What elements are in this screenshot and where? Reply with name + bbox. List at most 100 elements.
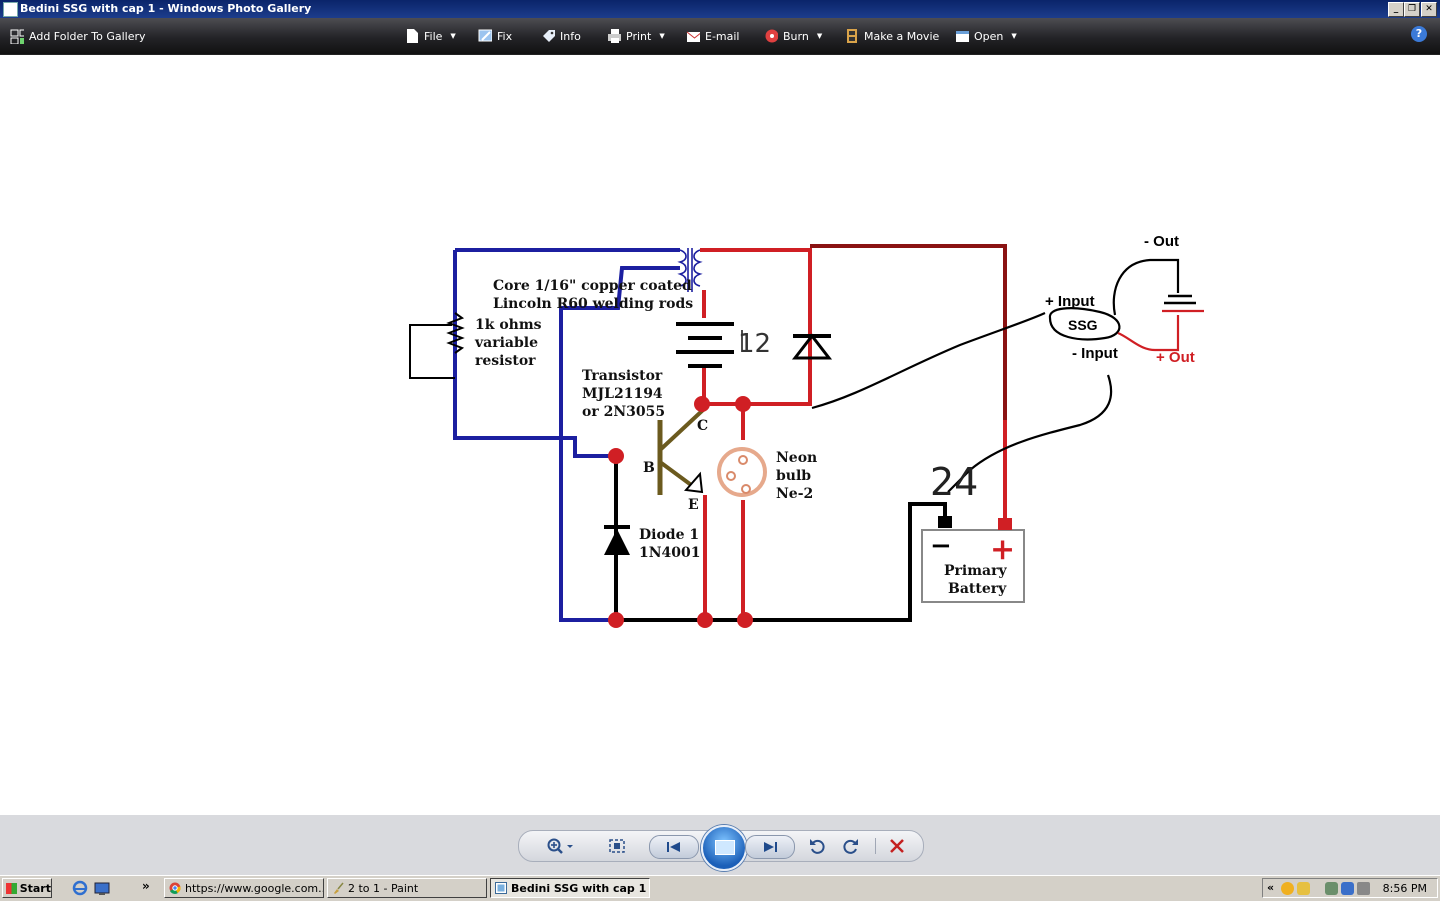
photo-gallery-icon: [3, 2, 18, 17]
transistor-label-2: MJL21194: [582, 386, 663, 402]
capacitor-symbol: [1164, 294, 1196, 305]
rotate-counterclockwise-icon: [810, 839, 825, 854]
transistor-label-3: or 2N3055: [582, 404, 665, 420]
taskbar: Start » https://www.google.com... 2 to 1…: [0, 875, 1440, 901]
resistor-label-1: 1k ohms: [475, 317, 542, 333]
fix-button[interactable]: Fix: [478, 18, 512, 54]
help-icon[interactable]: ?: [1411, 26, 1427, 42]
diode-label-1: Diode 1: [639, 527, 699, 543]
print-menu[interactable]: Print ▼: [607, 18, 665, 54]
task-paint[interactable]: 2 to 1 - Paint: [327, 878, 487, 898]
printer-icon: [608, 29, 621, 43]
tray-app-icon[interactable]: [1281, 882, 1294, 895]
windows-flag-icon: [6, 882, 17, 894]
tray-volume-icon[interactable]: [1357, 882, 1370, 895]
chrome-icon: [169, 882, 181, 894]
burn-label: Burn: [783, 29, 809, 43]
window-title: Bedini SSG with cap 1 - Windows Photo Ga…: [20, 2, 312, 15]
input-minus-label: - Input: [1072, 345, 1118, 362]
fix-label: Fix: [497, 29, 513, 43]
info-label: Info: [560, 29, 581, 43]
chevron-down-icon: ▼: [816, 32, 823, 40]
hand-label-12: 12: [738, 329, 771, 359]
start-button[interactable]: Start: [2, 878, 52, 898]
play-slideshow-button[interactable]: [701, 825, 747, 871]
close-button[interactable]: ✕: [1421, 2, 1437, 17]
email-icon: [686, 31, 700, 42]
burn-menu[interactable]: Burn ▼: [764, 18, 822, 54]
add-folder-label: Add Folder To Gallery: [29, 29, 146, 43]
zoom-button[interactable]: [541, 831, 581, 861]
ssg-label: SSG: [1068, 317, 1098, 333]
tray-security-icon[interactable]: [1297, 882, 1310, 895]
neon-label-3: Ne-2: [776, 486, 813, 502]
slideshow-icon: [715, 840, 735, 855]
minimize-button[interactable]: _: [1388, 2, 1404, 17]
resistor-label-3: resistor: [475, 353, 536, 369]
task-chrome[interactable]: https://www.google.com...: [164, 878, 324, 898]
task-photo-gallery[interactable]: Bedini SSG with cap 1 ...: [490, 878, 650, 898]
rotate-right-button[interactable]: [839, 831, 863, 861]
photo-gallery-icon: [495, 882, 507, 894]
tray-printer-icon[interactable]: [1325, 882, 1338, 895]
rotate-left-button[interactable]: [805, 831, 829, 861]
delete-x-icon: [890, 839, 904, 853]
playback-control-bar: [0, 815, 1440, 875]
clock[interactable]: 8:56 PM: [1383, 882, 1427, 895]
core-label-2: Lincoln R60 welding rods: [493, 296, 693, 312]
add-folder-icon: [10, 29, 24, 44]
make-movie-label: Make a Movie: [864, 29, 940, 43]
next-icon: [764, 842, 777, 852]
neon-label-2: bulb: [776, 468, 811, 484]
internet-explorer-icon[interactable]: [72, 880, 88, 896]
task-photo-gallery-label: Bedini SSG with cap 1 ...: [511, 881, 650, 895]
quick-launch-chevron-icon[interactable]: »: [142, 879, 150, 893]
previous-button[interactable]: [649, 835, 699, 859]
actual-size-button[interactable]: [603, 831, 631, 861]
start-label: Start: [19, 881, 51, 895]
email-label: E-mail: [705, 29, 740, 43]
restore-button[interactable]: ❐: [1404, 2, 1420, 17]
input-plus-label: + Input: [1045, 293, 1095, 310]
open-window-icon: [956, 31, 969, 42]
email-button[interactable]: E-mail: [686, 18, 740, 54]
chevron-down-icon: ▼: [1011, 32, 1017, 40]
file-label: File: [424, 29, 443, 43]
delete-button[interactable]: [885, 831, 909, 861]
out-plus-label: + Out: [1156, 349, 1195, 366]
out-minus-label: - Out: [1144, 233, 1179, 250]
zoom-magnifier-icon: [547, 838, 573, 854]
control-pill: [518, 825, 924, 871]
film-icon: [847, 29, 857, 43]
info-button[interactable]: Info: [541, 18, 581, 54]
battery-minus-terminal: [938, 516, 952, 528]
battery-label-2: Battery: [948, 581, 1007, 597]
file-menu[interactable]: File ▼: [405, 18, 456, 54]
hand-drawn-red-wire: [1117, 309, 1204, 352]
file-icon: [407, 29, 418, 43]
battery-minus-sign: −: [930, 531, 952, 561]
command-bar: Add Folder To Gallery File ▼ Fix Info Pri…: [0, 18, 1440, 55]
next-button[interactable]: [745, 835, 795, 859]
emitter-label: E: [688, 497, 699, 513]
add-folder-button[interactable]: Add Folder To Gallery: [10, 18, 146, 54]
core-label-1: Core 1/16" copper coated: [493, 278, 692, 294]
diode-label-2: 1N4001: [639, 545, 701, 561]
circuit-schematic-image: Core 1/16" copper coated Lincoln R60 wel…: [400, 233, 1204, 638]
chevron-down-icon: ▼: [450, 32, 456, 40]
collector-label: C: [697, 418, 708, 434]
system-tray: « 8:56 PM: [1262, 878, 1438, 898]
show-desktop-icon[interactable]: [94, 880, 110, 896]
info-tag-icon: [543, 30, 555, 42]
neon-bulb-symbol: [717, 447, 767, 497]
make-movie-button[interactable]: Make a Movie: [845, 18, 939, 54]
hand-label-24: 24: [930, 460, 978, 504]
fit-window-icon: [609, 839, 625, 853]
tray-network-icon[interactable]: [1341, 882, 1354, 895]
open-menu[interactable]: Open ▼: [955, 18, 1017, 54]
task-paint-label: 2 to 1 - Paint: [348, 881, 419, 895]
chevron-down-icon: ▼: [659, 32, 665, 40]
divider: [875, 838, 876, 854]
previous-icon: [667, 842, 680, 852]
tray-chevron-icon[interactable]: «: [1267, 881, 1274, 894]
